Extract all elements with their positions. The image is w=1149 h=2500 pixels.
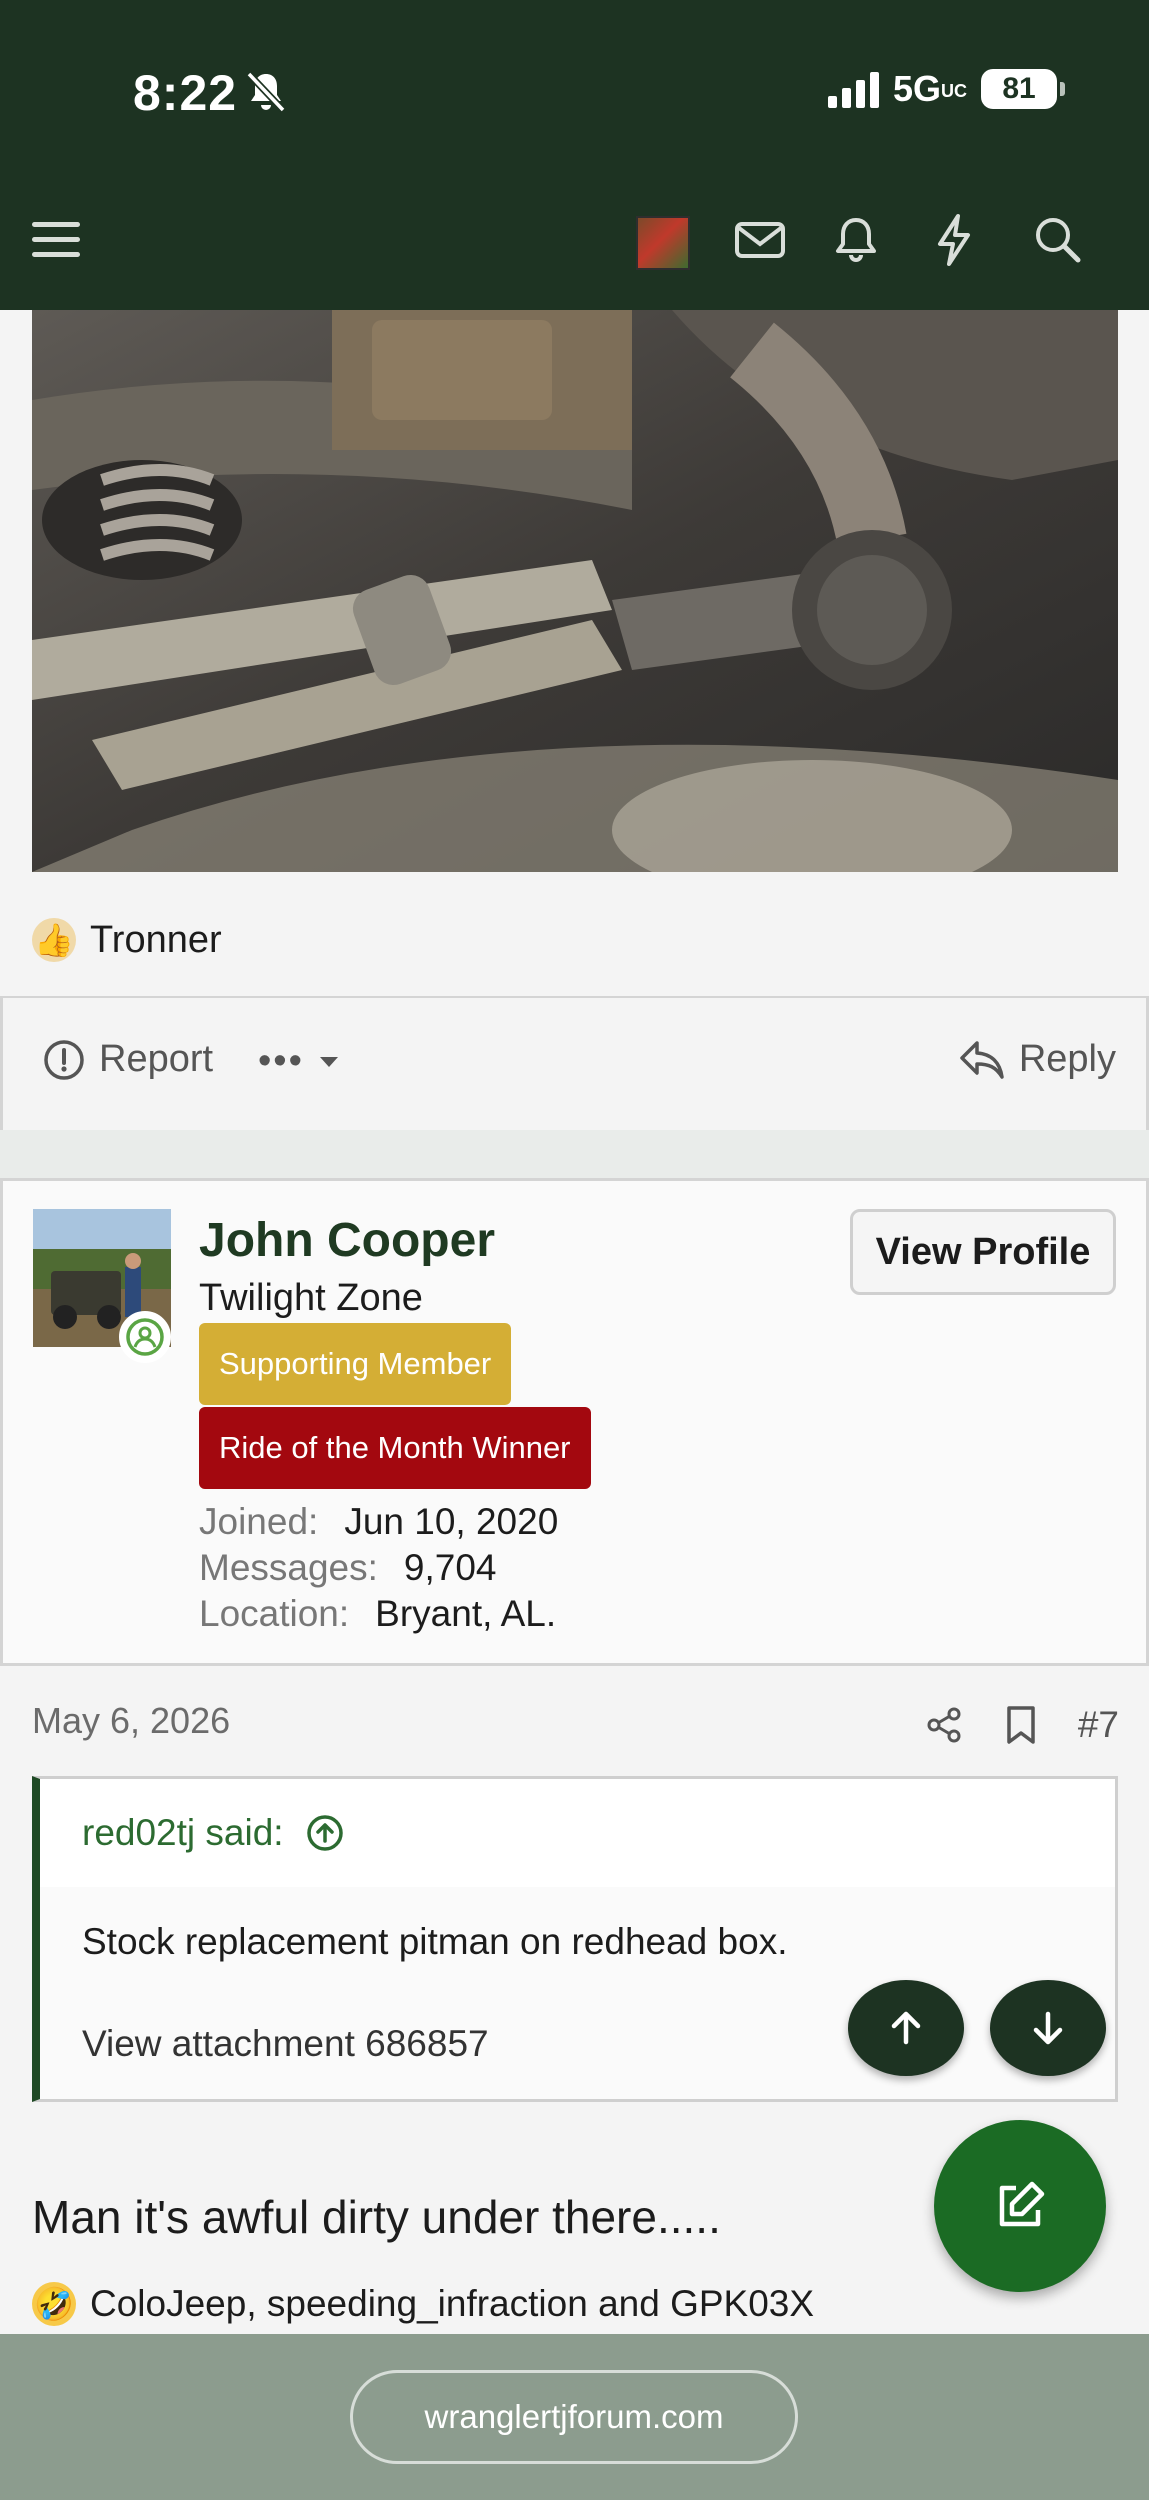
post-actions: Report ••• Reply	[0, 998, 1149, 1130]
report-icon	[44, 1039, 84, 1080]
arrow-up-icon	[891, 2011, 921, 2045]
post-date[interactable]: May 6, 2026	[32, 1700, 230, 1742]
reaction-users[interactable]: Tronner	[90, 919, 222, 962]
reply-icon	[960, 1040, 1004, 1079]
url-bar[interactable]: wranglertjforum.com	[350, 2370, 798, 2464]
network-label: 5GUC	[892, 68, 967, 109]
post-body: Man it's awful dirty under there.....	[32, 2191, 721, 2243]
view-profile-button[interactable]: View Profile	[850, 1209, 1116, 1295]
compose-icon	[999, 2181, 1045, 2227]
report-button[interactable]: Report	[43, 1038, 213, 1081]
signal-icon	[827, 70, 879, 108]
battery-icon: 81	[981, 69, 1065, 109]
reaction-summary-post[interactable]: 🤣 ColoJeep, speeding_infraction and GPK0…	[32, 2282, 814, 2326]
scroll-down-button[interactable]	[990, 1980, 1106, 2076]
silent-mode-icon	[246, 71, 286, 113]
arrow-down-icon	[1033, 2011, 1063, 2045]
status-time: 8:22	[133, 65, 238, 121]
jump-to-quote-icon[interactable]	[306, 1814, 344, 1852]
inbox-icon[interactable]	[730, 210, 790, 270]
username[interactable]: John Cooper	[199, 1213, 495, 1268]
badge-supporting-member: Supporting Member	[199, 1323, 512, 1405]
stat-location: Location: Bryant, AL.	[199, 1593, 557, 1634]
quote-author[interactable]: red02tj said:	[82, 1812, 284, 1854]
reaction-summary[interactable]: 👍 Tronner	[32, 918, 222, 962]
post-user-card: John Cooper Twilight Zone Supporting Mem…	[0, 1178, 1149, 1666]
user-title: Twilight Zone	[199, 1277, 423, 1319]
laughing-emoji-icon: 🤣	[32, 2282, 76, 2326]
browser-bar: wranglertjforum.com	[0, 2334, 1149, 2500]
bookmark-icon[interactable]	[1004, 1705, 1038, 1745]
thumbs-up-icon: 👍	[32, 918, 76, 962]
badge-ride-of-month: Ride of the Month Winner	[199, 1407, 591, 1489]
write-post-button[interactable]	[934, 2120, 1106, 2292]
share-icon[interactable]	[924, 1705, 964, 1745]
more-options-button[interactable]: •••	[258, 1040, 340, 1083]
reply-button[interactable]: Reply	[959, 1038, 1116, 1081]
search-icon[interactable]	[1028, 210, 1088, 270]
post-meta-actions: #7	[924, 1704, 1119, 1746]
quote-header[interactable]: red02tj said:	[40, 1779, 1115, 1887]
caret-down-icon	[319, 1056, 338, 1067]
user-avatar[interactable]	[636, 216, 690, 270]
stat-messages: Messages: 9,704	[199, 1547, 497, 1588]
online-status-icon	[119, 1311, 171, 1363]
whats-new-icon[interactable]	[924, 210, 984, 270]
menu-icon[interactable]	[32, 222, 80, 266]
post-separator	[0, 1130, 1149, 1178]
scroll-up-button[interactable]	[848, 1980, 964, 2076]
reaction-users[interactable]: ColoJeep, speeding_infraction and GPK03X	[90, 2283, 814, 2325]
status-icons: 5GUC 81	[827, 68, 1065, 110]
app-header: 8:22 5GUC 81	[0, 0, 1149, 310]
post-number[interactable]: #7	[1078, 1704, 1119, 1746]
post-attachment-image[interactable]	[32, 310, 1118, 872]
alerts-icon[interactable]	[826, 210, 886, 270]
quote-text: Stock replacement pitman on redhead box.	[82, 1921, 788, 1962]
stat-joined: Joined: Jun 10, 2020	[199, 1501, 559, 1542]
quote-attachment-link[interactable]: View attachment 686857	[82, 2023, 489, 2065]
